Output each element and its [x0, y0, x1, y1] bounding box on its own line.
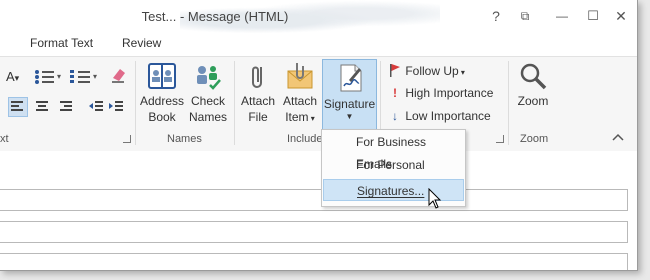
increase-indent-icon: [109, 101, 123, 111]
clear-formatting-button[interactable]: [110, 66, 128, 87]
address-book-label-1: Address: [139, 94, 185, 108]
signature-label: Signature: [323, 97, 376, 111]
address-book-button[interactable]: Address Book: [139, 61, 185, 125]
bullets-icon: ▾: [35, 70, 61, 84]
zoom-button[interactable]: Zoom: [512, 61, 554, 109]
subject-field[interactable]: [0, 253, 628, 270]
chevron-down-icon: ▾: [458, 68, 465, 77]
align-center-icon: [36, 101, 48, 111]
align-right-icon: [60, 101, 72, 111]
title-bar: Test... - Message (HTML) ? ⧉ — ☐ ✕: [0, 0, 637, 34]
follow-up-label: Follow Up: [405, 64, 459, 78]
address-book-icon: [148, 63, 176, 89]
mouse-cursor-icon: [428, 188, 442, 209]
maximize-button[interactable]: ☐: [582, 6, 604, 26]
chevron-up-icon: [612, 133, 624, 141]
ribbon-tabs: Format Text Review: [0, 34, 637, 56]
attach-file-label-2: File: [248, 110, 268, 124]
ribbon-display-options-button[interactable]: ⧉: [514, 6, 536, 26]
zoom-group-label: Zoom: [520, 133, 549, 145]
zoom-label: Zoom: [517, 94, 549, 108]
signature-button[interactable]: Signature ▼: [322, 59, 377, 131]
ribbon: A▾ ▾ ▾ xt Address Book Check Names Names…: [0, 56, 637, 152]
low-importance-button[interactable]: ↓ Low Importance: [388, 109, 491, 123]
chevron-down-icon: ▾: [308, 114, 315, 123]
basic-text-dialog-launcher[interactable]: [123, 135, 131, 143]
paperclip-icon: [252, 66, 262, 88]
increase-indent-button[interactable]: [108, 98, 124, 117]
check-names-button[interactable]: Check Names: [186, 61, 230, 125]
help-button[interactable]: ?: [485, 6, 507, 26]
signature-dropdown-menu: For Business Emails For Personal Emails …: [321, 129, 466, 207]
numbering-button[interactable]: ▾: [70, 69, 100, 88]
follow-up-button[interactable]: Follow Up ▾: [388, 63, 465, 78]
check-names-label-2: Names: [188, 110, 227, 124]
decrease-indent-icon: [89, 101, 103, 111]
menu-item-signatures[interactable]: Signatures...: [323, 179, 464, 201]
align-left-icon: [11, 101, 23, 111]
names-group-label: Names: [167, 133, 202, 145]
compose-area: [0, 151, 637, 270]
arrow-down-icon: ↓: [392, 109, 398, 123]
exclamation-icon: !: [393, 86, 397, 100]
numbering-icon: ▾: [70, 70, 97, 83]
svg-text:▾: ▾: [93, 72, 97, 81]
window-title: Test... - Message (HTML): [141, 9, 289, 24]
message-window: Test... - Message (HTML) ? ⧉ — ☐ ✕ Forma…: [0, 0, 638, 271]
group-separator: [135, 61, 136, 145]
address-book-label-2: Book: [148, 110, 176, 124]
signature-icon: [340, 64, 361, 92]
chevron-down-icon: ▼: [345, 112, 354, 121]
minimize-button[interactable]: —: [551, 6, 573, 26]
group-separator: [234, 61, 235, 145]
attach-file-label-1: Attach: [240, 94, 276, 108]
tab-format-text[interactable]: Format Text: [30, 36, 93, 50]
tags-dialog-launcher[interactable]: [496, 135, 504, 143]
svg-text:▾: ▾: [57, 72, 61, 81]
tab-review[interactable]: Review: [122, 36, 161, 50]
menu-item-business-signature[interactable]: For Business Emails: [323, 131, 464, 171]
close-button[interactable]: ✕: [610, 6, 632, 26]
check-names-icon: [197, 66, 221, 90]
check-names-label-1: Check: [190, 94, 225, 108]
flag-icon: [390, 64, 400, 77]
magnifier-icon: [520, 63, 547, 90]
attach-item-label-1: Attach: [282, 94, 318, 108]
font-size-icon[interactable]: A▾: [6, 69, 19, 84]
bullets-button[interactable]: ▾: [34, 69, 64, 88]
attach-file-button[interactable]: Attach File: [238, 61, 278, 125]
align-center-button[interactable]: [34, 98, 50, 117]
cc-field[interactable]: [0, 221, 628, 243]
attach-item-icon: [287, 63, 313, 89]
decrease-indent-button[interactable]: [88, 98, 104, 117]
collapse-ribbon-button[interactable]: [612, 131, 624, 145]
menu-item-personal-signature[interactable]: For Personal Emails: [323, 154, 464, 194]
include-group-label: Include: [287, 133, 323, 145]
basic-text-group-label: xt: [0, 133, 9, 145]
high-importance-button[interactable]: ! High Importance: [388, 86, 493, 100]
group-separator: [508, 61, 509, 145]
attach-item-label-2: Item ▾: [285, 110, 315, 124]
attach-item-button[interactable]: Attach Item ▾: [279, 61, 321, 127]
eraser-icon: [112, 69, 125, 83]
high-importance-label: High Importance: [405, 86, 494, 100]
low-importance-label: Low Importance: [405, 109, 491, 123]
to-field[interactable]: [0, 189, 628, 211]
align-left-button[interactable]: [8, 97, 28, 117]
align-right-button[interactable]: [58, 98, 74, 117]
